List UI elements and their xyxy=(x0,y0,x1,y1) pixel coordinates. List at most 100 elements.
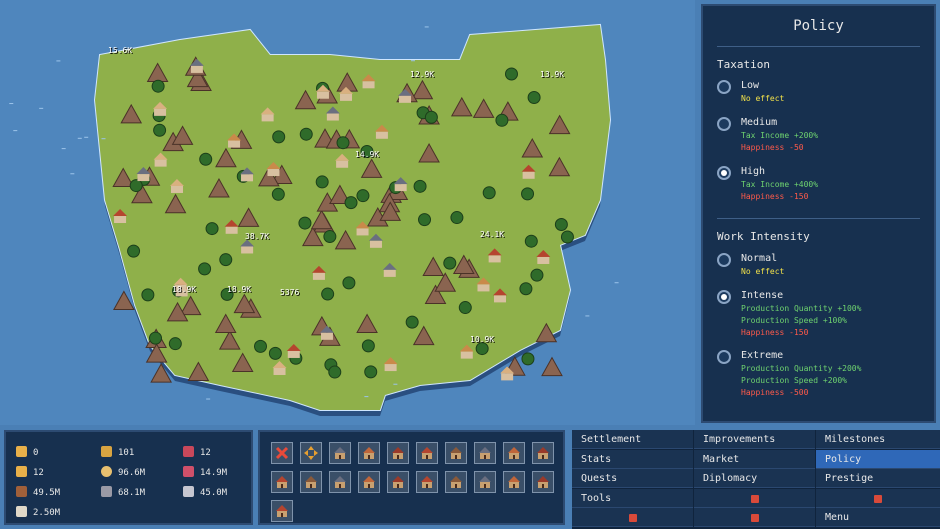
lumber-icon[interactable] xyxy=(358,471,380,493)
tab-diplomacy[interactable]: Diplomacy xyxy=(694,469,815,489)
tab-market[interactable]: Market xyxy=(694,449,815,469)
lock-icon xyxy=(750,514,759,523)
tab-prestige[interactable]: Prestige xyxy=(816,469,940,489)
workshop-icon[interactable] xyxy=(329,471,351,493)
radio-button[interactable] xyxy=(717,253,731,267)
tower-icon[interactable] xyxy=(271,471,293,493)
option-label: Low xyxy=(741,80,760,91)
house-icon[interactable] xyxy=(358,442,380,464)
tree-icon xyxy=(458,301,472,315)
tab-locked-10[interactable] xyxy=(694,488,815,508)
crown-icon xyxy=(16,446,27,457)
tree-icon xyxy=(299,127,313,141)
barn-icon[interactable] xyxy=(387,442,409,464)
tab-label: Diplomacy xyxy=(703,473,758,485)
tavern-icon[interactable] xyxy=(532,471,554,493)
world-map[interactable]: 15.6K 12.9K 13.9K 14.9K 38.7K 24.1K 18.9K 18.9K… xyxy=(0,0,695,425)
farm-icon[interactable] xyxy=(416,442,438,464)
resource-people: 12 xyxy=(16,466,44,478)
wheat-icon xyxy=(101,446,112,457)
tree-icon xyxy=(356,189,370,203)
effect-text: No effect xyxy=(741,267,785,276)
forge-icon[interactable] xyxy=(300,471,322,493)
radio-button[interactable] xyxy=(717,117,731,131)
water-sparkle xyxy=(9,103,14,105)
building-wall xyxy=(114,216,127,224)
resource-value: 0 xyxy=(33,448,39,458)
radio-button[interactable] xyxy=(717,350,731,364)
tree-icon xyxy=(199,152,213,166)
mill-icon[interactable] xyxy=(445,442,467,464)
resource-value: 49.5M xyxy=(33,488,61,498)
tree-icon xyxy=(153,123,167,137)
hut-icon[interactable] xyxy=(329,442,351,464)
tab-stats[interactable]: Stats xyxy=(572,449,693,469)
radio-button[interactable] xyxy=(717,80,731,94)
building-wall xyxy=(287,350,300,358)
resource-plank: 2.50M xyxy=(16,506,60,518)
building-wall xyxy=(501,373,514,381)
tree-icon xyxy=(298,216,312,230)
tree-icon xyxy=(168,337,182,351)
quarry-icon[interactable] xyxy=(387,471,409,493)
tab-milestones[interactable]: Milestones xyxy=(816,430,940,449)
tree-icon xyxy=(141,288,155,302)
building-wall xyxy=(522,171,535,179)
tree-icon xyxy=(344,196,358,210)
resource-wood: 49.5M xyxy=(16,486,60,498)
tab-locked-13[interactable] xyxy=(694,508,815,528)
tab-label: Settlement xyxy=(581,434,642,445)
building-wall xyxy=(316,91,329,99)
building-wall xyxy=(477,284,490,292)
tree-icon xyxy=(443,256,457,270)
tab-menu[interactable]: Menu xyxy=(816,508,940,528)
tree-icon xyxy=(450,211,464,225)
statue-icon[interactable] xyxy=(271,500,293,522)
tree-icon xyxy=(405,315,419,329)
tree-icon xyxy=(527,91,541,105)
tab-quests[interactable]: Quests xyxy=(572,469,693,489)
building-wall xyxy=(228,140,241,148)
resource-value: 45.0M xyxy=(200,488,228,498)
building-wall xyxy=(384,364,397,372)
resources-panel: 0 101 12 12 96.6M 14.9M 49.5M 68.1M 45.0M 2.50M xyxy=(4,430,253,525)
tab-tools[interactable]: Tools xyxy=(572,488,693,508)
iron-icon xyxy=(183,486,194,497)
island-terrain[interactable] xyxy=(0,0,695,425)
radio-button[interactable] xyxy=(717,290,731,304)
tab-policy[interactable]: Policy xyxy=(816,449,940,469)
mine-icon[interactable] xyxy=(503,442,525,464)
close-icon[interactable] xyxy=(271,442,293,464)
factory-icon[interactable] xyxy=(445,471,467,493)
tree-icon xyxy=(205,222,219,236)
building-wall xyxy=(170,185,183,193)
tab-settlement[interactable]: Settlement xyxy=(572,430,693,449)
water-sparkle xyxy=(61,148,66,150)
resource-coin: 96.6M xyxy=(101,466,145,478)
effect-text: Happiness -50 xyxy=(741,143,804,152)
market-icon[interactable] xyxy=(474,471,496,493)
resource-ore: 14.9M xyxy=(183,466,227,478)
effect-text: Production Speed +100% xyxy=(741,316,847,325)
tree-icon xyxy=(519,282,533,296)
effect-text: Production Speed +200% xyxy=(741,376,847,385)
tab-improvements[interactable]: Improvements xyxy=(694,430,815,449)
lock-icon xyxy=(628,514,637,523)
tree-icon xyxy=(336,136,350,150)
bakery-icon[interactable] xyxy=(503,471,525,493)
storage-icon[interactable] xyxy=(416,471,438,493)
tab-locked-12[interactable] xyxy=(572,508,693,528)
effect-text: Production Quantity +100% xyxy=(741,304,862,313)
tab-locked-11[interactable] xyxy=(816,488,940,508)
building-wall xyxy=(362,81,375,89)
resource-iron: 45.0M xyxy=(183,486,227,498)
tree-icon xyxy=(361,339,375,353)
radio-button[interactable] xyxy=(717,166,731,180)
move-icon[interactable] xyxy=(300,442,322,464)
field-icon[interactable] xyxy=(532,442,554,464)
smithy-icon[interactable] xyxy=(474,442,496,464)
tree-icon xyxy=(342,276,356,290)
water-sparkle xyxy=(77,137,82,139)
resource-value: 96.6M xyxy=(118,468,146,478)
tab-label: Prestige xyxy=(825,473,874,485)
